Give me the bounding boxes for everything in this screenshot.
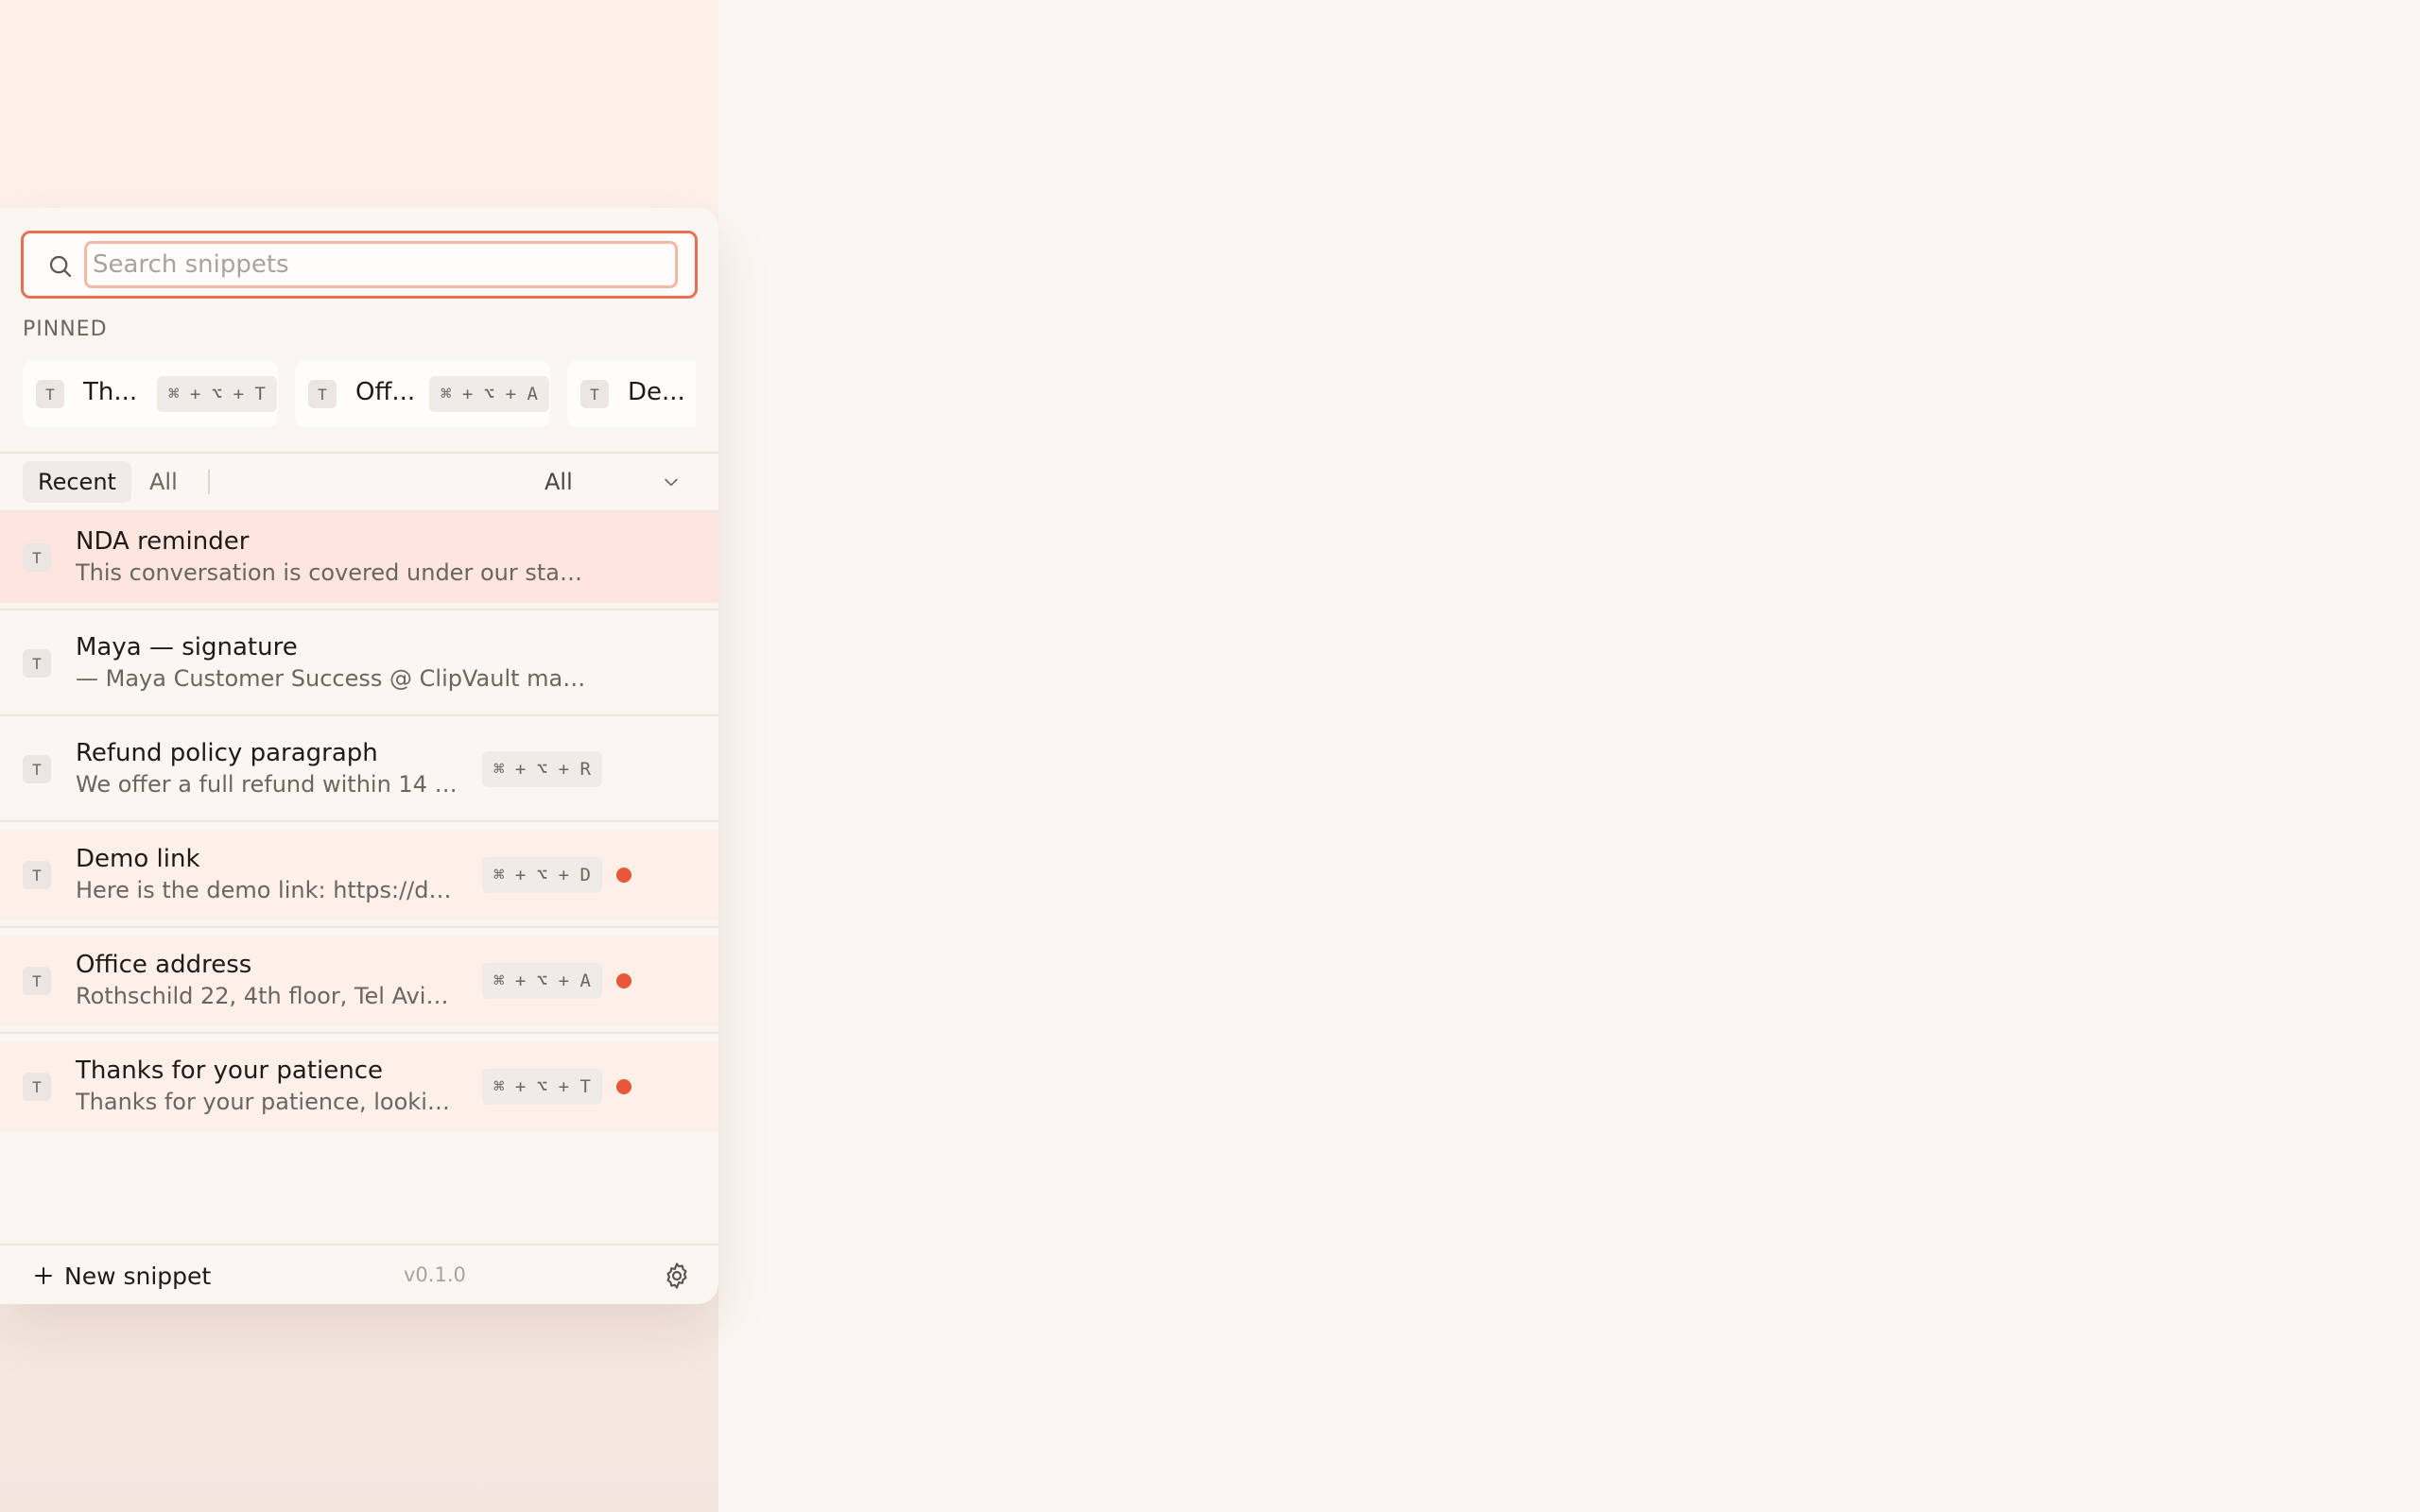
- shortcut-badge: ⌘ + ⌥ + A: [482, 963, 602, 999]
- new-snippet-button[interactable]: New snippet: [32, 1257, 211, 1295]
- snippet-row[interactable]: T Thanks for your patience Thanks for yo…: [0, 1032, 718, 1132]
- search-icon: [49, 255, 72, 278]
- divider: [0, 1244, 718, 1246]
- version-label: v0.1.0: [404, 1263, 466, 1286]
- tab-separator: [208, 470, 210, 494]
- snippet-preview: Rothschild 22, 4th floor, Tel Aviv. ...: [76, 983, 458, 1009]
- type-filter-value: All: [544, 469, 573, 495]
- text-type-badge: T: [23, 649, 51, 678]
- snippet-row[interactable]: T Refund policy paragraph We offer a ful…: [0, 714, 718, 815]
- pinned-card[interactable]: T De...: [567, 361, 696, 427]
- shortcut-badge: ⌘ + ⌥ + A: [429, 376, 549, 412]
- chevron-down-icon: [665, 478, 678, 487]
- plus-icon: [35, 1267, 52, 1284]
- snippet-preview: This conversation is covered under our s…: [76, 559, 596, 586]
- gear-icon[interactable]: [662, 1261, 692, 1291]
- search-input[interactable]: [84, 241, 678, 288]
- shortcut-badge: ⌘ + ⌥ + R: [482, 751, 602, 787]
- pinned-row: T Th... ⌘ + ⌥ + T T Off... ⌘ + ⌥ + A T D…: [23, 361, 696, 429]
- snippet-preview: We offer a full refund within 14 d...: [76, 771, 458, 798]
- text-type-badge: T: [308, 380, 337, 408]
- divider: [0, 452, 718, 454]
- tab-all[interactable]: All: [134, 461, 193, 503]
- snippet-title: Maya — signature: [76, 633, 298, 662]
- snippet-title: Office address: [76, 951, 252, 979]
- snippet-preview: — Maya Customer Success @ ClipVault maya…: [76, 665, 596, 692]
- type-filter-select[interactable]: All: [544, 461, 692, 503]
- text-type-badge: T: [23, 543, 51, 572]
- pinned-indicator-dot: [616, 1079, 631, 1094]
- snippet-row[interactable]: T Office address Rothschild 22, 4th floo…: [0, 926, 718, 1026]
- text-type-badge: T: [23, 861, 51, 889]
- pinned-indicator-dot: [616, 973, 631, 988]
- snippet-row[interactable]: T NDA reminder This conversation is cove…: [0, 512, 718, 603]
- new-snippet-label: New snippet: [64, 1262, 212, 1290]
- shortcut-badge: ⌘ + ⌥ + T: [157, 376, 277, 412]
- snippet-row[interactable]: T Maya — signature — Maya Customer Succe…: [0, 609, 718, 709]
- text-type-badge: T: [36, 380, 64, 408]
- snippet-title: Thanks for your patience: [76, 1057, 383, 1085]
- pinned-card[interactable]: T Off... ⌘ + ⌥ + A: [295, 361, 550, 427]
- search-box: [21, 231, 698, 299]
- pinned-card-title: De...: [628, 378, 685, 406]
- snippet-title: Refund policy paragraph: [76, 739, 378, 767]
- snippet-list: T NDA reminder This conversation is cove…: [0, 512, 718, 1147]
- pinned-indicator-dot: [616, 868, 631, 883]
- text-type-badge: T: [580, 380, 609, 408]
- snippet-title: Demo link: [76, 845, 200, 873]
- text-type-badge: T: [23, 967, 51, 995]
- shortcut-badge: ⌘ + ⌥ + D: [482, 857, 602, 893]
- pinned-card-title: Th...: [83, 378, 138, 406]
- pinned-card-title: Off...: [355, 378, 416, 406]
- snippet-title: NDA reminder: [76, 527, 250, 556]
- snippet-preview: Here is the demo link: https://de...: [76, 877, 458, 903]
- snippets-panel: PINNED T Th... ⌘ + ⌥ + T T Off... ⌘ + ⌥ …: [0, 208, 718, 1304]
- text-type-badge: T: [23, 1073, 51, 1101]
- pinned-section-label: PINNED: [23, 318, 108, 341]
- snippet-row[interactable]: T Demo link Here is the demo link: https…: [0, 820, 718, 920]
- snippet-preview: Thanks for your patience, lookin...: [76, 1089, 458, 1115]
- shortcut-badge: ⌘ + ⌥ + T: [482, 1069, 602, 1105]
- text-type-badge: T: [23, 755, 51, 783]
- pinned-card[interactable]: T Th... ⌘ + ⌥ + T: [23, 361, 278, 427]
- tab-recent[interactable]: Recent: [23, 461, 131, 503]
